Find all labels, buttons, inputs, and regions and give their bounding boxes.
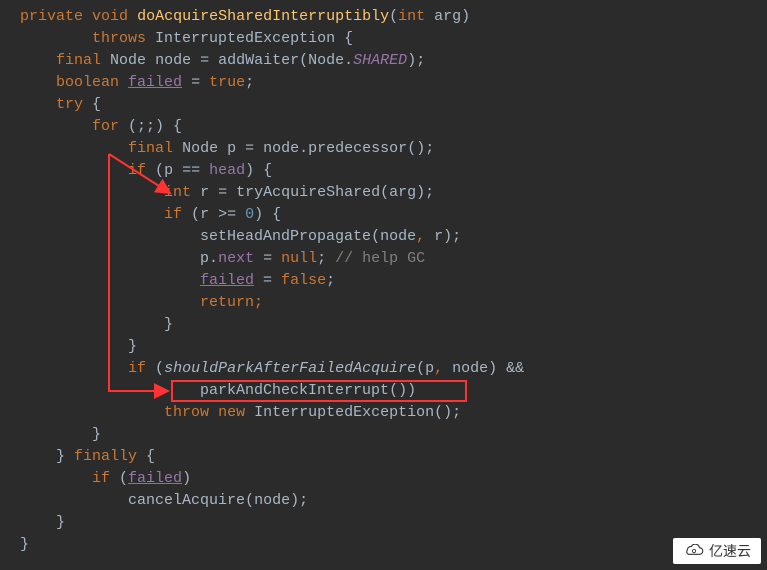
code-line: final Node p = node.predecessor(); [20,138,767,160]
watermark-badge: 亿速云 [673,538,761,564]
cloud-icon [683,544,705,558]
code-line: } finally { [20,446,767,468]
code-line: } [20,512,767,534]
code-line: if (r >= 0) { [20,204,767,226]
code-line: parkAndCheckInterrupt()) [20,380,767,402]
code-line: } [20,336,767,358]
code-line: throws InterruptedException { [20,28,767,50]
code-line: failed = false; [20,270,767,292]
watermark-text: 亿速云 [709,540,751,562]
code-line: } [20,424,767,446]
code-editor: private void doAcquireSharedInterruptibl… [20,6,767,556]
code-line: cancelAcquire(node); [20,490,767,512]
code-line: boolean failed = true; [20,72,767,94]
code-line: final Node node = addWaiter(Node.SHARED)… [20,50,767,72]
code-line: if (shouldParkAfterFailedAcquire(p, node… [20,358,767,380]
code-line: } [20,314,767,336]
code-line: throw new InterruptedException(); [20,402,767,424]
code-line: private void doAcquireSharedInterruptibl… [20,6,767,28]
code-line: if (p == head) { [20,160,767,182]
code-line: setHeadAndPropagate(node, r); [20,226,767,248]
code-line: try { [20,94,767,116]
code-line: p.next = null; // help GC [20,248,767,270]
code-line: int r = tryAcquireShared(arg); [20,182,767,204]
code-line: if (failed) [20,468,767,490]
code-line: } [20,534,767,556]
code-line: return; [20,292,767,314]
code-line: for (;;) { [20,116,767,138]
